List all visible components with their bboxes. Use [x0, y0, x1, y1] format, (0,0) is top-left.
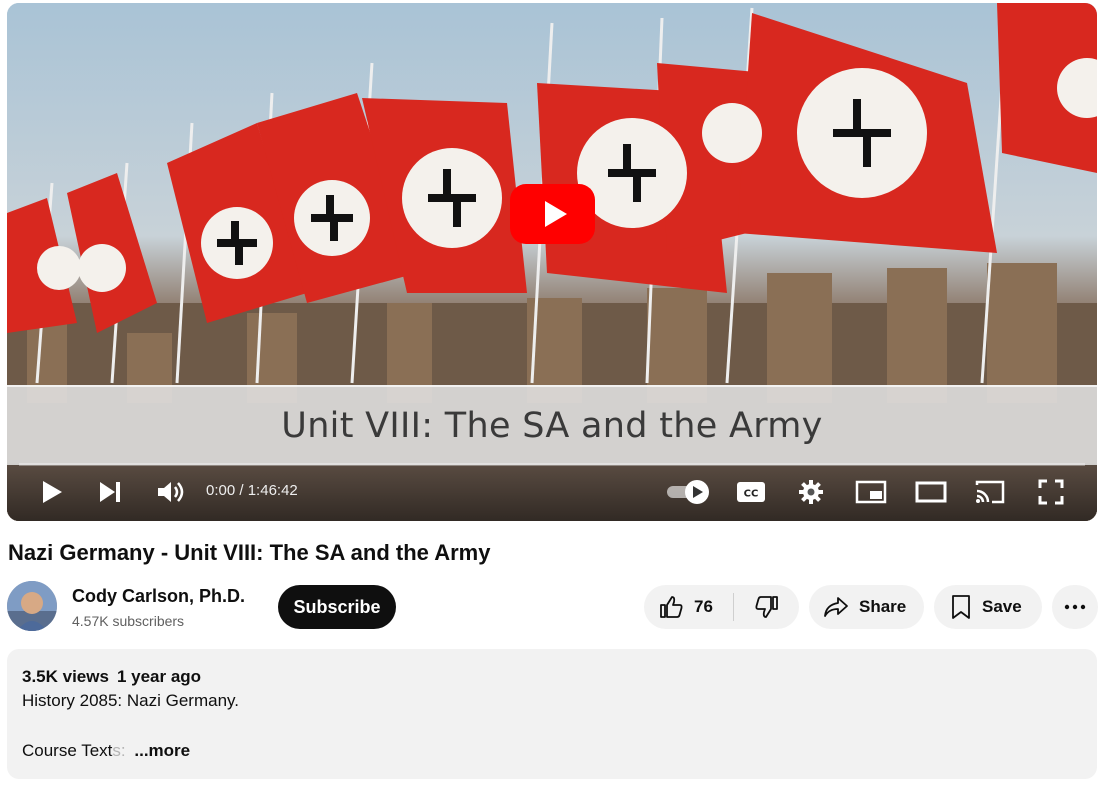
- large-play-button[interactable]: [510, 184, 595, 244]
- captions-button[interactable]: CC: [735, 477, 767, 507]
- upload-age: 1 year ago: [116, 667, 202, 686]
- autoplay-toggle[interactable]: [665, 477, 711, 507]
- description-line-1: History 2085: Nazi Germany.: [22, 691, 239, 710]
- miniplayer-icon: [855, 480, 887, 504]
- description-box[interactable]: 3.5K views 1 year ago History 2085: Nazi …: [7, 649, 1097, 779]
- play-button[interactable]: [37, 477, 67, 507]
- subscribe-button[interactable]: Subscribe: [278, 585, 396, 629]
- svg-text:CC: CC: [744, 489, 759, 500]
- bookmark-icon: [952, 595, 970, 619]
- channel-avatar[interactable]: [7, 581, 57, 631]
- description-more-link[interactable]: ...more: [134, 741, 190, 760]
- thumbs-up-icon: [660, 596, 683, 618]
- description-line-2-faded: s:: [112, 741, 126, 760]
- gear-icon: [799, 480, 823, 504]
- like-dislike-group: 76: [644, 585, 799, 629]
- share-button[interactable]: Share: [809, 585, 924, 629]
- time-separator: /: [235, 482, 248, 499]
- share-label: Share: [859, 597, 907, 616]
- dislike-button[interactable]: [734, 585, 799, 629]
- subscriber-count: 4.57K subscribers: [72, 613, 185, 629]
- channel-name[interactable]: Cody Carlson, Ph.D.: [72, 584, 245, 608]
- time-total: 1:46:42: [247, 482, 298, 499]
- cast-button[interactable]: [973, 477, 1007, 507]
- more-actions-button[interactable]: [1052, 585, 1098, 629]
- miniplayer-button[interactable]: [854, 477, 888, 507]
- fullscreen-icon: [1038, 479, 1064, 505]
- video-caption-band: Unit VIII: The SA and the Army: [7, 385, 1097, 465]
- save-label: Save: [982, 597, 1022, 616]
- video-title: Nazi Germany - Unit VIII: The SA and the…: [8, 540, 491, 565]
- player-controls: CC: [7, 463, 1097, 521]
- more-horizontal-icon: [1064, 604, 1086, 610]
- description-meta: 3.5K views 1 year ago: [22, 665, 1082, 689]
- skip-next-icon: [100, 482, 120, 502]
- next-button[interactable]: [95, 477, 125, 507]
- video-player[interactable]: Unit VIII: The SA and the Army CC 0:00 /…: [7, 3, 1097, 521]
- save-button[interactable]: Save: [934, 585, 1042, 629]
- view-count: 3.5K views: [22, 667, 109, 686]
- settings-button[interactable]: [795, 477, 827, 507]
- description-line-2: Course Texts: ...more: [22, 739, 1082, 763]
- volume-button[interactable]: [153, 477, 187, 507]
- closed-captions-icon: CC: [737, 482, 765, 502]
- like-button[interactable]: 76: [644, 585, 734, 629]
- share-icon: [824, 597, 848, 617]
- time-current: 0:00: [206, 482, 236, 499]
- autoplay-icon: [667, 480, 709, 504]
- time-display: 0:00 / 1:46:42: [206, 481, 298, 501]
- video-caption-text: Unit VIII: The SA and the Army: [281, 406, 823, 446]
- thumbs-down-icon: [755, 596, 778, 618]
- fullscreen-button[interactable]: [1035, 477, 1067, 507]
- play-icon: [43, 481, 62, 503]
- theater-icon: [915, 481, 947, 503]
- cast-icon: [975, 480, 1005, 504]
- theater-mode-button[interactable]: [914, 477, 948, 507]
- volume-icon: [158, 482, 184, 502]
- like-count: 76: [694, 597, 713, 616]
- description-line-2-text: Course Text: [22, 741, 113, 760]
- avatar-image: [7, 581, 57, 631]
